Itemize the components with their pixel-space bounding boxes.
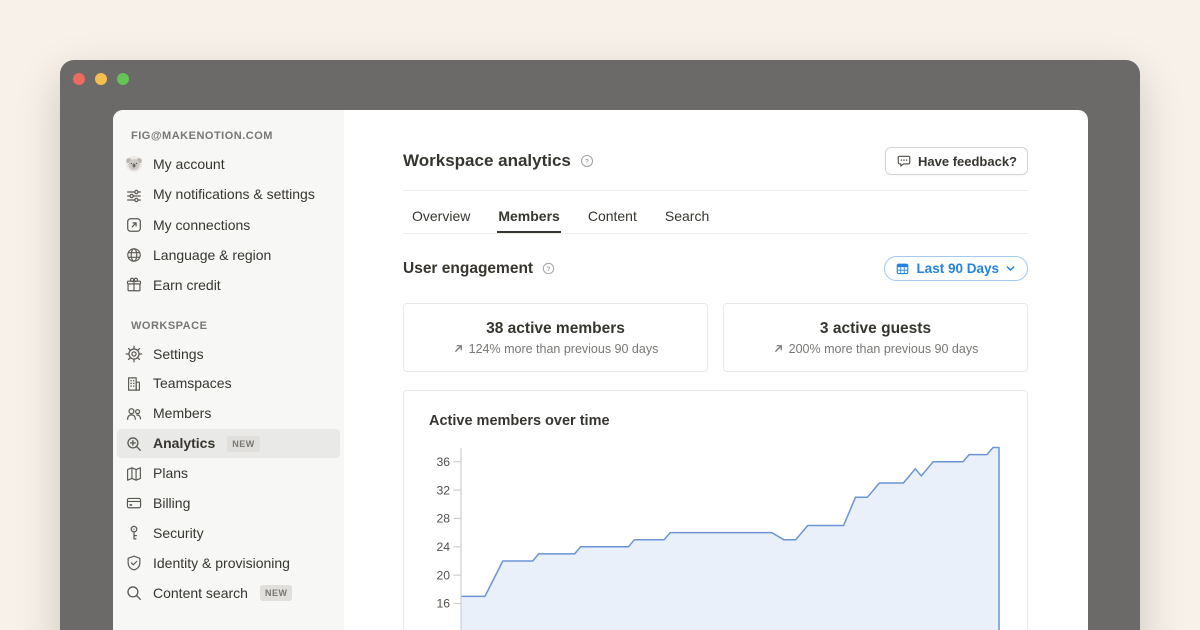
- svg-text:16: 16: [436, 597, 450, 611]
- sliders-icon: [125, 187, 143, 205]
- chevron-down-icon: [1005, 263, 1016, 274]
- close-window-button[interactable]: [73, 73, 85, 85]
- sidebar-item-notifications-settings[interactable]: My notifications & settings: [117, 180, 340, 210]
- zoom-window-button[interactable]: [117, 73, 129, 85]
- active-members-delta: 124% more than previous 90 days: [469, 342, 659, 356]
- tab-content[interactable]: Content: [587, 202, 638, 233]
- window-controls: [73, 73, 129, 85]
- header-divider: [403, 190, 1028, 191]
- help-circle-icon[interactable]: ?: [541, 261, 557, 277]
- active-guests-value: 3 active guests: [820, 320, 931, 338]
- sidebar-item-label: Content search: [153, 584, 248, 603]
- sidebar-item-label: Members: [153, 404, 211, 423]
- feedback-button-label: Have feedback?: [918, 154, 1017, 169]
- svg-text:20: 20: [436, 568, 450, 582]
- sidebar-item-settings[interactable]: Settings: [117, 340, 340, 369]
- sidebar-item-my-connections[interactable]: My connections: [117, 211, 340, 240]
- sidebar-item-label: Billing: [153, 494, 190, 513]
- settings-sidebar: FIG@MAKENOTION.COM My account: [113, 110, 344, 630]
- workspace-section-heading: WORKSPACE: [131, 320, 340, 332]
- sidebar-item-label: Identity & provisioning: [153, 554, 290, 573]
- members-chart-svg: 16 20 24 28 32 36: [405, 440, 1028, 630]
- sidebar-item-label: My account: [153, 155, 225, 174]
- people-icon: [125, 405, 143, 423]
- date-range-label: Last 90 Days: [916, 261, 999, 276]
- calendar-icon: [895, 261, 910, 276]
- chart-title: Active members over time: [429, 413, 1027, 429]
- sidebar-item-content-search[interactable]: Content search NEW: [117, 579, 340, 608]
- svg-text:32: 32: [436, 483, 450, 497]
- sidebar-item-label: Analytics: [153, 434, 215, 453]
- sidebar-item-earn-credit[interactable]: Earn credit: [117, 271, 340, 300]
- magnifier-icon: [125, 584, 143, 602]
- sidebar-item-security[interactable]: Security: [117, 519, 340, 548]
- sidebar-item-label: Security: [153, 524, 204, 543]
- minimize-window-button[interactable]: [95, 73, 107, 85]
- sidebar-item-label: Plans: [153, 464, 188, 483]
- arrow-up-right-box-icon: [125, 216, 143, 234]
- sidebar-item-analytics[interactable]: Analytics NEW: [117, 429, 340, 458]
- svg-text:?: ?: [585, 159, 589, 166]
- user-engagement-title: User engagement: [403, 260, 533, 278]
- svg-text:36: 36: [436, 455, 450, 469]
- tab-members[interactable]: Members: [497, 202, 560, 233]
- gift-icon: [125, 276, 143, 294]
- sidebar-item-members[interactable]: Members: [117, 399, 340, 428]
- analytics-tabs: Overview Members Content Search: [403, 202, 1028, 234]
- sidebar-item-label: My notifications & settings: [153, 185, 315, 204]
- speech-bubble-icon: [896, 153, 912, 169]
- active-members-stat-card: 38 active members 124% more than previou…: [403, 303, 708, 372]
- sidebar-item-teamspaces[interactable]: Teamspaces: [117, 369, 340, 398]
- sidebar-item-label: My connections: [153, 216, 250, 235]
- shield-check-icon: [125, 554, 143, 572]
- analytics-main-panel: Workspace analytics ?: [344, 110, 1088, 630]
- new-badge: NEW: [260, 585, 293, 601]
- sidebar-item-label: Language & region: [153, 246, 271, 265]
- have-feedback-button[interactable]: Have feedback?: [885, 147, 1028, 175]
- svg-text:28: 28: [436, 512, 450, 526]
- sidebar-item-my-account[interactable]: My account: [117, 150, 340, 179]
- sidebar-item-label: Teamspaces: [153, 374, 232, 393]
- gear-icon: [125, 345, 143, 363]
- svg-text:?: ?: [547, 265, 551, 272]
- sidebar-item-billing[interactable]: Billing: [117, 489, 340, 518]
- sidebar-item-label: Settings: [153, 345, 204, 364]
- tab-search[interactable]: Search: [664, 202, 710, 233]
- tab-overview[interactable]: Overview: [411, 202, 471, 233]
- key-icon: [125, 524, 143, 542]
- map-icon: [125, 465, 143, 483]
- page-title: Workspace analytics: [403, 151, 571, 171]
- date-range-selector[interactable]: Last 90 Days: [884, 256, 1028, 281]
- svg-text:24: 24: [436, 540, 450, 554]
- globe-icon: [125, 246, 143, 264]
- account-email-heading: FIG@MAKENOTION.COM: [131, 130, 340, 142]
- help-circle-icon[interactable]: ?: [579, 153, 595, 169]
- active-guests-stat-card: 3 active guests 200% more than previous …: [723, 303, 1028, 372]
- new-badge: NEW: [227, 436, 260, 452]
- members-chart-card: Active members over time 16 20 24 28 32 36: [403, 390, 1028, 630]
- sidebar-item-plans[interactable]: Plans: [117, 459, 340, 488]
- active-members-value: 38 active members: [486, 320, 625, 338]
- sidebar-item-label: Earn credit: [153, 276, 221, 295]
- sidebar-item-language-region[interactable]: Language & region: [117, 241, 340, 270]
- sidebar-item-identity-provisioning[interactable]: Identity & provisioning: [117, 549, 340, 578]
- settings-modal: FIG@MAKENOTION.COM My account: [113, 110, 1088, 630]
- building-icon: [125, 375, 143, 393]
- arrow-up-right-icon: [453, 343, 464, 354]
- app-window: FIG@MAKENOTION.COM My account: [60, 60, 1140, 630]
- magnifier-plus-icon: [125, 435, 143, 453]
- koala-avatar: [125, 155, 143, 173]
- arrow-up-right-icon: [773, 343, 784, 354]
- active-guests-delta: 200% more than previous 90 days: [789, 342, 979, 356]
- credit-card-icon: [125, 494, 143, 512]
